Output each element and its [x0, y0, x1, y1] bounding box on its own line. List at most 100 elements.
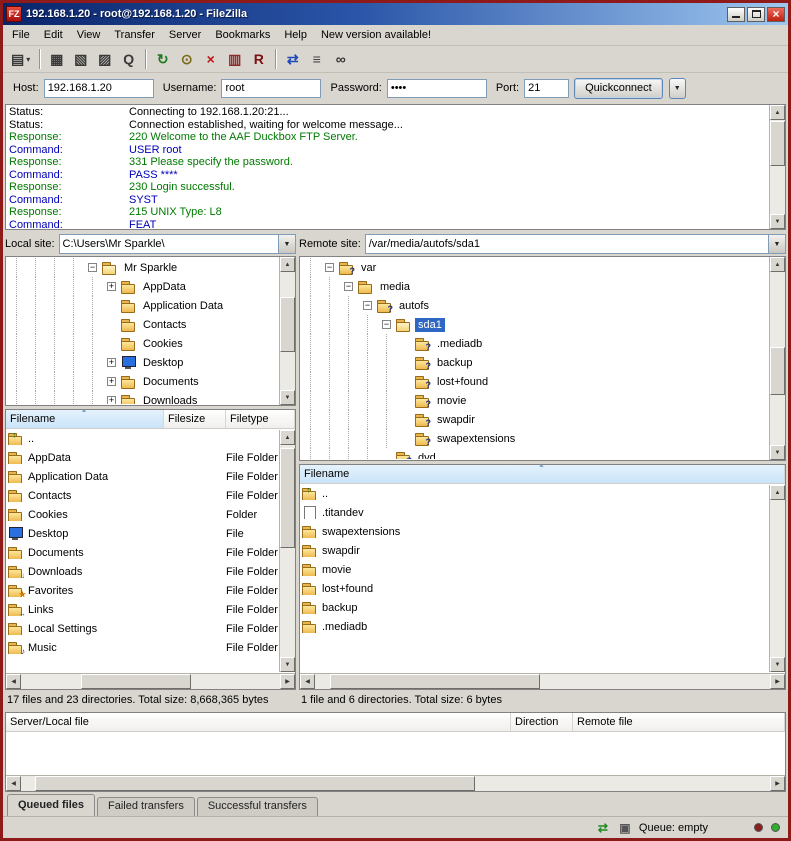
remote-file-row-backup[interactable]: backup: [300, 598, 769, 617]
tab-queued-files[interactable]: Queued files: [7, 794, 95, 816]
quickconnect-button[interactable]: Quickconnect: [574, 78, 663, 99]
refresh-button[interactable]: ↻: [151, 48, 174, 70]
remote-tree-item-lost-found[interactable]: ?lost+found: [301, 372, 768, 391]
menu-item-new-version-available[interactable]: New version available!: [314, 26, 438, 44]
queue-hscrollbar[interactable]: [6, 775, 785, 791]
remote-tree-item-backup[interactable]: ?backup: [301, 353, 768, 372]
local-tree-item-cookies[interactable]: Cookies: [7, 334, 278, 353]
local-file-row-favorites[interactable]: ★FavoritesFile Folder: [6, 581, 279, 600]
scroll-up-button[interactable]: [770, 485, 785, 500]
password-input[interactable]: [387, 79, 487, 98]
chevron-down-icon[interactable]: [768, 235, 785, 253]
menu-item-file[interactable]: File: [5, 26, 37, 44]
directory-comparison-button[interactable]: ≡: [305, 48, 328, 70]
scroll-left-button[interactable]: [300, 674, 315, 689]
local-column-header-filesize[interactable]: Filesize: [164, 410, 226, 428]
local-tree-item-desktop[interactable]: +Desktop: [7, 353, 278, 372]
expand-icon[interactable]: +: [107, 358, 116, 367]
scroll-left-button[interactable]: [6, 776, 21, 791]
menu-item-transfer[interactable]: Transfer: [107, 26, 162, 44]
local-tree-scrollbar[interactable]: [279, 257, 295, 405]
local-file-row-links[interactable]: →LinksFile Folder: [6, 600, 279, 619]
expand-icon[interactable]: +: [107, 282, 116, 291]
scroll-down-button[interactable]: [770, 657, 785, 672]
menu-item-help[interactable]: Help: [277, 26, 314, 44]
remote-tree-item-mediadb[interactable]: ?.mediadb: [301, 334, 768, 353]
remote-file-row-movie[interactable]: movie: [300, 560, 769, 579]
collapse-icon[interactable]: −: [88, 263, 97, 272]
remote-file-row-titandev[interactable]: .titandev: [300, 503, 769, 522]
scroll-up-button[interactable]: [770, 105, 785, 120]
scroll-up-button[interactable]: [280, 430, 295, 445]
local-tree-item-application-data[interactable]: Application Data: [7, 296, 278, 315]
collapse-icon[interactable]: −: [382, 320, 391, 329]
cancel-button[interactable]: ×: [199, 48, 222, 70]
menu-item-server[interactable]: Server: [162, 26, 208, 44]
toggle-local-tree-button[interactable]: ▧: [69, 48, 92, 70]
collapse-icon[interactable]: −: [363, 301, 372, 310]
tab-failed-transfers[interactable]: Failed transfers: [97, 797, 195, 816]
expand-icon[interactable]: +: [107, 377, 116, 386]
remote-tree-scrollbar[interactable]: [769, 257, 785, 460]
scrollbar-thumb[interactable]: [81, 674, 191, 689]
remote-tree-item-autofs[interactable]: −?autofs: [301, 296, 768, 315]
toggle-message-log-button[interactable]: ▦: [45, 48, 68, 70]
collapse-icon[interactable]: −: [325, 263, 334, 272]
menu-item-edit[interactable]: Edit: [37, 26, 70, 44]
local-file-row-local-settings[interactable]: Local SettingsFile Folder: [6, 619, 279, 638]
remote-tree-item-movie[interactable]: ?movie: [301, 391, 768, 410]
scroll-right-button[interactable]: [770, 776, 785, 791]
scroll-down-button[interactable]: [280, 390, 295, 405]
quickconnect-dropdown-button[interactable]: [669, 78, 686, 99]
site-manager-button[interactable]: ▤▾: [7, 48, 34, 70]
remote-tree-item-swapextensions[interactable]: ?swapextensions: [301, 429, 768, 448]
port-input[interactable]: [524, 79, 569, 98]
local-tree-item-contacts[interactable]: Contacts: [7, 315, 278, 334]
remote-file-row-mediadb[interactable]: .mediadb: [300, 617, 769, 636]
remote-tree-item-dvd[interactable]: ?dvd: [301, 448, 768, 459]
expand-icon[interactable]: +: [107, 396, 116, 404]
remote-file-row-swapextensions[interactable]: swapextensions: [300, 522, 769, 541]
scrollbar-thumb[interactable]: [280, 297, 295, 352]
minimize-button[interactable]: [727, 7, 745, 22]
local-file-row-desktop[interactable]: DesktopFile: [6, 524, 279, 543]
collapse-icon[interactable]: −: [344, 282, 353, 291]
scroll-right-button[interactable]: [770, 674, 785, 689]
remote-tree-item-swapdir[interactable]: ?swapdir: [301, 410, 768, 429]
local-file-row-documents[interactable]: DocumentsFile Folder: [6, 543, 279, 562]
local-tree-item-appdata[interactable]: +AppData: [7, 277, 278, 296]
local-list-hscrollbar[interactable]: [6, 673, 295, 689]
menu-item-view[interactable]: View: [70, 26, 108, 44]
remote-tree-item-var[interactable]: −?var: [301, 258, 768, 277]
queue-column-header-direction[interactable]: Direction: [511, 713, 573, 731]
scrollbar-thumb[interactable]: [330, 674, 540, 689]
menu-item-bookmarks[interactable]: Bookmarks: [208, 26, 277, 44]
scrollbar-thumb[interactable]: [280, 448, 295, 548]
local-tree-item-downloads[interactable]: +Downloads: [7, 391, 278, 404]
scroll-right-button[interactable]: [280, 674, 295, 689]
local-file-row-application-data[interactable]: Application DataFile Folder: [6, 467, 279, 486]
local-file-row-contacts[interactable]: ContactsFile Folder: [6, 486, 279, 505]
scroll-down-button[interactable]: [770, 214, 785, 229]
remote-file-row-lost-found[interactable]: lost+found: [300, 579, 769, 598]
scroll-down-button[interactable]: [770, 445, 785, 460]
host-input[interactable]: [44, 79, 154, 98]
queue-column-header-remote-file[interactable]: Remote file: [573, 713, 785, 731]
remote-file-row-parent[interactable]: ↑..: [300, 484, 769, 503]
toggle-remote-tree-button[interactable]: ▨: [93, 48, 116, 70]
titlebar[interactable]: FZ 192.168.1.20 - root@192.168.1.20 - Fi…: [3, 3, 788, 25]
find-files-button[interactable]: ∞: [329, 48, 352, 70]
local-list-scrollbar[interactable]: [279, 430, 295, 672]
close-button[interactable]: [767, 7, 785, 22]
remote-tree-item-sda1[interactable]: −sda1: [301, 315, 768, 334]
remote-column-header-filename[interactable]: Filename: [300, 465, 785, 483]
queue-column-header-server-local-file[interactable]: Server/Local file: [6, 713, 511, 731]
remote-file-row-swapdir[interactable]: swapdir: [300, 541, 769, 560]
remote-list-hscrollbar[interactable]: [300, 673, 785, 689]
local-file-row-parent[interactable]: ↑..: [6, 429, 279, 448]
local-tree-item-mr-sparkle[interactable]: −Mr Sparkle: [7, 258, 278, 277]
tab-successful-transfers[interactable]: Successful transfers: [197, 797, 318, 816]
remote-list-scrollbar[interactable]: [769, 485, 785, 672]
scroll-left-button[interactable]: [6, 674, 21, 689]
local-tree-item-documents[interactable]: +Documents: [7, 372, 278, 391]
